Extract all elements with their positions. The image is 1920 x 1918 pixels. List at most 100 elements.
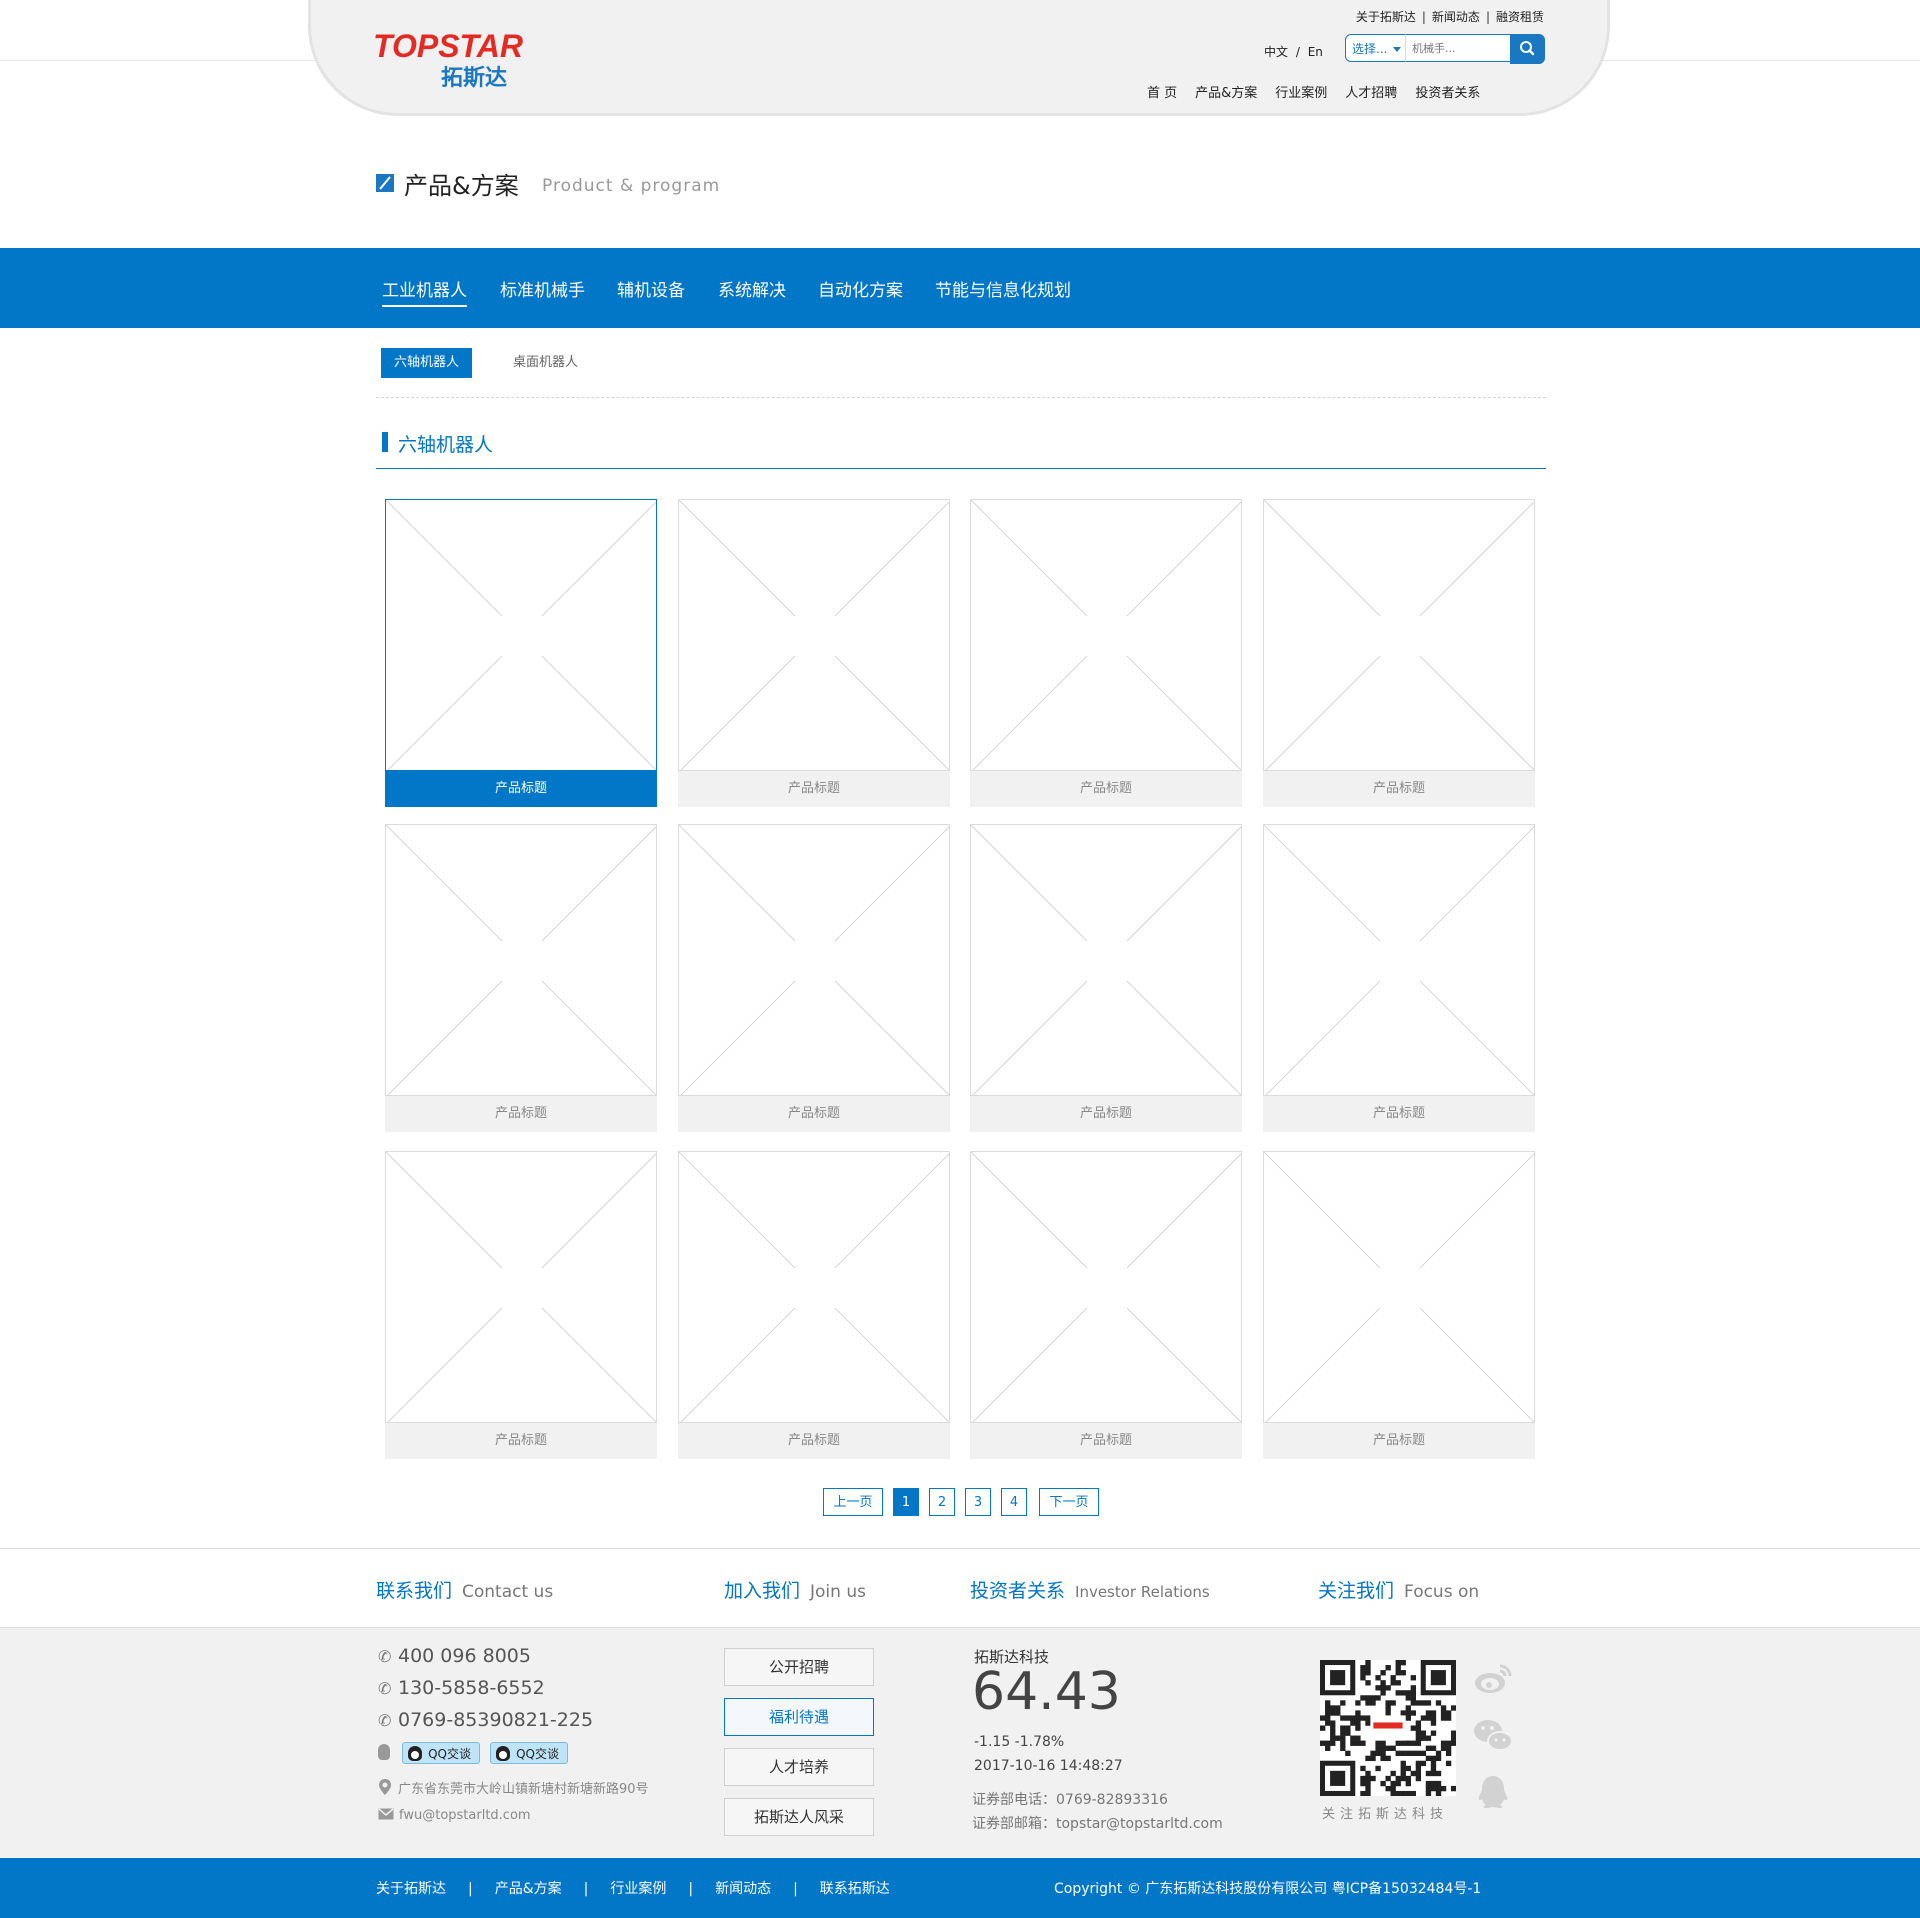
stock-change: -1.15 -1.78% xyxy=(974,1734,1065,1750)
top-link-leasing[interactable]: 融资租赁 xyxy=(1496,10,1544,24)
footer-body xyxy=(0,1628,1920,1858)
product-card[interactable]: 产品标题 xyxy=(1263,1151,1535,1459)
product-image-placeholder xyxy=(678,499,950,771)
product-title[interactable]: 产品标题 xyxy=(678,1423,950,1459)
lang-en[interactable]: En xyxy=(1308,45,1323,59)
bottom-bar: 关于拓斯达 | 产品&方案 | 行业案例 | 新闻动态 | 联系拓斯达 Copyright © … xyxy=(0,1858,1920,1918)
top-link-news[interactable]: 新闻动态 xyxy=(1432,10,1480,24)
qq-chat-button-1[interactable]: QQ交谈 xyxy=(402,1742,480,1764)
subtab-desktop[interactable]: 桌面机器人 xyxy=(500,348,591,378)
product-card[interactable]: 产品标题 xyxy=(385,499,657,807)
address: 广东省东莞市大岭山镇新塘村新塘新路90号 xyxy=(378,1778,649,1797)
category-system-solution[interactable]: 系统解决 xyxy=(718,276,786,301)
footer-head-investor: 投资者关系 Investor Relations xyxy=(970,1580,1210,1602)
bottom-link-cases[interactable]: 行业案例 xyxy=(610,1881,666,1897)
page-title-en: Product & program xyxy=(542,176,721,196)
language-switch: 中文 / En xyxy=(1264,45,1323,59)
product-card[interactable]: 产品标题 xyxy=(970,499,1242,807)
product-card[interactable]: 产品标题 xyxy=(970,824,1242,1132)
product-card[interactable]: 产品标题 xyxy=(385,824,657,1132)
footer-head-contact: 联系我们 Contact us xyxy=(376,1580,554,1602)
product-title[interactable]: 产品标题 xyxy=(385,1096,657,1132)
bottom-link-news[interactable]: 新闻动态 xyxy=(715,1881,771,1897)
category-automation-plan[interactable]: 自动化方案 xyxy=(818,276,903,301)
product-image-placeholder xyxy=(678,1151,950,1423)
email: fwu@topstarltd.com xyxy=(378,1808,531,1823)
category-industrial-robot[interactable]: 工业机器人 xyxy=(382,276,467,307)
category-auxiliary-equipment[interactable]: 辅机设备 xyxy=(617,276,685,301)
section-title: 六轴机器人 xyxy=(398,434,494,456)
page-1[interactable]: 1 xyxy=(893,1488,919,1516)
footer-head-follow: 关注我们 Focus on xyxy=(1318,1580,1480,1602)
product-title[interactable]: 产品标题 xyxy=(970,1096,1242,1132)
footer-headings: 联系我们 Contact us 加入我们 Join us 投资者关系 Investor… xyxy=(0,1548,1920,1628)
product-card[interactable]: 产品标题 xyxy=(385,1151,657,1459)
qq-chat-button-2[interactable]: QQ交谈 xyxy=(490,1742,568,1764)
nav-products[interactable]: 产品&方案 xyxy=(1195,86,1257,101)
product-title[interactable]: 产品标题 xyxy=(1263,771,1535,807)
top-link-about[interactable]: 关于拓斯达 xyxy=(1356,10,1416,24)
product-title[interactable]: 产品标题 xyxy=(678,1096,950,1132)
product-title[interactable]: 产品标题 xyxy=(1263,1096,1535,1132)
search-button[interactable] xyxy=(1510,34,1545,64)
penguin-icon xyxy=(496,1746,510,1761)
section-marker xyxy=(382,432,388,452)
prev-page-button[interactable]: 上一页 xyxy=(823,1488,883,1516)
product-image-placeholder xyxy=(385,1151,657,1423)
nav-investors[interactable]: 投资者关系 xyxy=(1415,86,1480,101)
section-header: 六轴机器人 xyxy=(376,430,1546,469)
phone-2: ✆ 130-5858-6552 xyxy=(378,1677,545,1699)
title-slash-icon xyxy=(376,174,394,192)
product-card[interactable]: 产品标题 xyxy=(678,1151,950,1459)
page-2[interactable]: 2 xyxy=(929,1488,955,1516)
product-title[interactable]: 产品标题 xyxy=(385,1423,657,1459)
lang-cn[interactable]: 中文 xyxy=(1264,45,1288,59)
phone-icon: ✆ xyxy=(378,1647,392,1666)
product-image-placeholder xyxy=(385,824,657,1096)
wechat-icon[interactable] xyxy=(1472,1715,1514,1757)
join-benefits[interactable]: 福利待遇 xyxy=(724,1698,874,1736)
search-input[interactable] xyxy=(1405,34,1510,62)
bottom-links: 关于拓斯达 | 产品&方案 | 行业案例 | 新闻动态 | 联系拓斯达 xyxy=(376,1881,890,1897)
stock-time: 2017-10-16 14:48:27 xyxy=(974,1758,1123,1774)
product-title[interactable]: 产品标题 xyxy=(970,771,1242,807)
weibo-icon[interactable] xyxy=(1472,1658,1514,1700)
bottom-link-about[interactable]: 关于拓斯达 xyxy=(376,1881,446,1897)
nav-careers[interactable]: 人才招聘 xyxy=(1345,86,1397,101)
logo-cn: 拓斯达 xyxy=(441,66,508,91)
product-image-placeholder xyxy=(970,824,1242,1096)
nav-home[interactable]: 首 页 xyxy=(1147,86,1177,101)
logo[interactable]: TOPSTAR 拓斯达 xyxy=(373,22,543,91)
qq-icon[interactable] xyxy=(1472,1772,1514,1814)
product-title[interactable]: 产品标题 xyxy=(970,1423,1242,1459)
phone-icon: ✆ xyxy=(378,1711,392,1730)
footer-head-join: 加入我们 Join us xyxy=(724,1580,866,1602)
page-3[interactable]: 3 xyxy=(965,1488,991,1516)
product-card[interactable]: 产品标题 xyxy=(1263,499,1535,807)
subtab-six-axis[interactable]: 六轴机器人 xyxy=(381,348,473,378)
product-card[interactable]: 产品标题 xyxy=(678,824,950,1132)
join-public-recruitment[interactable]: 公开招聘 xyxy=(724,1648,874,1686)
product-card[interactable]: 产品标题 xyxy=(1263,824,1535,1132)
join-staff-style[interactable]: 拓斯达人风采 xyxy=(724,1798,874,1836)
join-talent-training[interactable]: 人才培养 xyxy=(724,1748,874,1786)
qr-label: 关注拓斯达科技 xyxy=(1322,1807,1449,1822)
product-title[interactable]: 产品标题 xyxy=(385,771,657,807)
page-4[interactable]: 4 xyxy=(1001,1488,1027,1516)
nav-cases[interactable]: 行业案例 xyxy=(1275,86,1327,101)
search-category-select[interactable]: 选择... xyxy=(1345,34,1405,62)
location-pin-icon xyxy=(379,1779,391,1795)
bottom-link-products[interactable]: 产品&方案 xyxy=(495,1881,562,1897)
product-title[interactable]: 产品标题 xyxy=(1263,1423,1535,1459)
category-energy-informatization[interactable]: 节能与信息化规划 xyxy=(935,276,1071,301)
product-card[interactable]: 产品标题 xyxy=(678,499,950,807)
product-card[interactable]: 产品标题 xyxy=(970,1151,1242,1459)
next-page-button[interactable]: 下一页 xyxy=(1039,1488,1099,1516)
search-icon xyxy=(1520,41,1535,56)
category-standard-manipulator[interactable]: 标准机械手 xyxy=(500,276,585,301)
qr-code xyxy=(1320,1660,1457,1797)
phone-3: ✆ 0769-85390821-225 xyxy=(378,1709,594,1731)
bottom-link-contact[interactable]: 联系拓斯达 xyxy=(820,1881,890,1897)
dashed-divider xyxy=(376,397,1546,398)
product-title[interactable]: 产品标题 xyxy=(678,771,950,807)
